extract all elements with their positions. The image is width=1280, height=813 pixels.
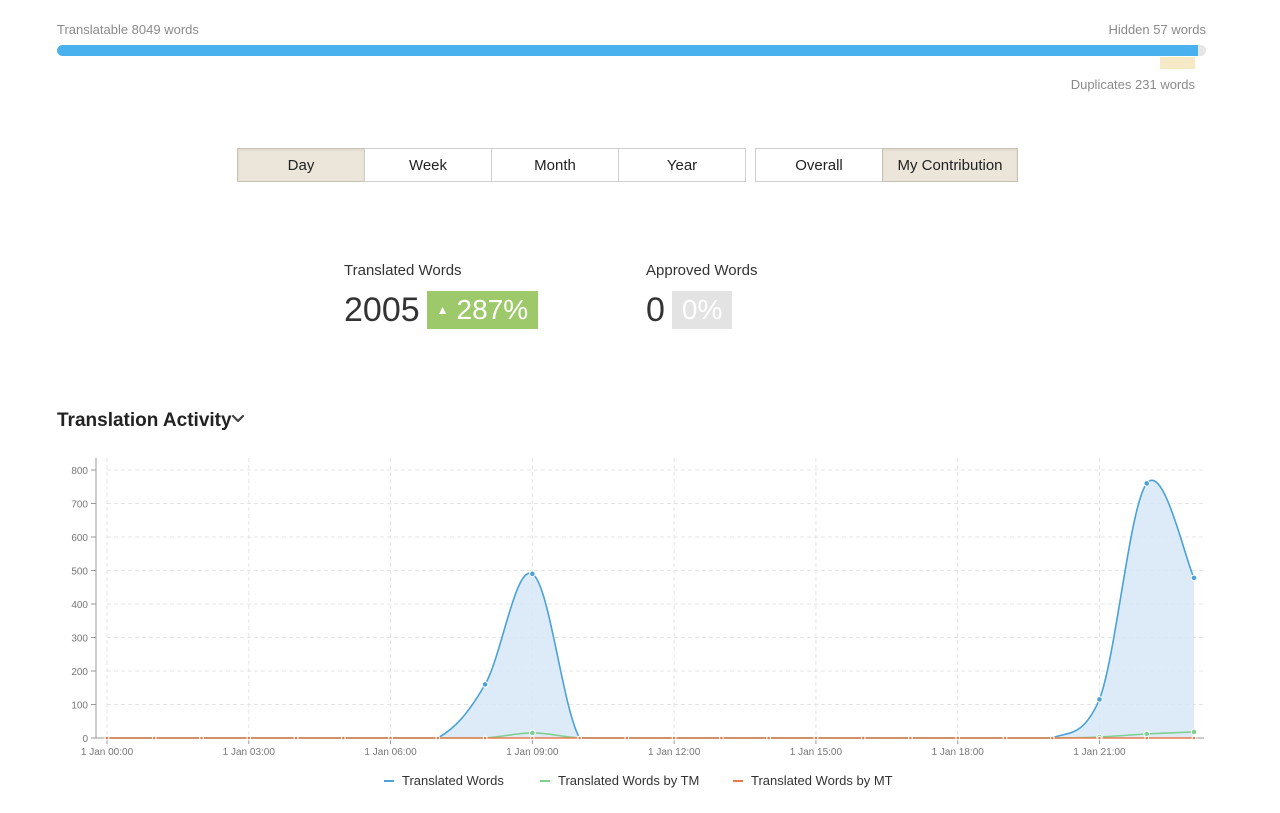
y-tick-label: 600: [71, 533, 88, 544]
data-point: [1190, 574, 1198, 582]
approved-words-value: 0: [646, 291, 665, 329]
scope-button-my-contribution[interactable]: My Contribution: [882, 148, 1018, 182]
data-point: [1049, 735, 1055, 741]
period-button-month[interactable]: Month: [491, 148, 619, 182]
data-point: [341, 735, 346, 741]
approved-words-stat: Approved Words 0 0%: [646, 262, 757, 329]
duplicates-bar: [1160, 57, 1195, 69]
translatable-label: Translatable 8049 words: [57, 22, 199, 37]
period-selector: Day Week Month Year: [237, 148, 746, 182]
data-point: [199, 735, 204, 741]
x-tick-label: 1 Jan 21:00: [1073, 747, 1126, 758]
data-point: [246, 735, 252, 741]
legend-label: Translated Words by TM: [558, 773, 700, 788]
scope-button-overall[interactable]: Overall: [755, 148, 883, 182]
period-button-week[interactable]: Week: [364, 148, 492, 182]
series-line: [107, 731, 1195, 739]
data-point: [1002, 735, 1008, 741]
y-tick-label: 0: [82, 734, 88, 745]
data-point: [813, 735, 819, 741]
legend-item[interactable]: Translated Words: [384, 773, 504, 788]
data-point: [955, 735, 960, 741]
approved-words-change-badge: 0%: [671, 291, 733, 329]
data-point: [766, 735, 771, 741]
legend-swatch: [540, 779, 550, 782]
data-point: [860, 735, 866, 741]
period-button-day[interactable]: Day: [237, 148, 365, 182]
data-point: [529, 729, 536, 737]
legend-item[interactable]: Translated Words by MT: [733, 773, 893, 788]
trend-up-icon: ▲: [436, 303, 449, 317]
section-title: Translation Activity: [57, 410, 232, 431]
y-tick-label: 400: [71, 600, 88, 611]
data-point: [151, 735, 157, 741]
data-point: [1143, 480, 1151, 487]
data-point: [624, 735, 630, 741]
approved-words-label: Approved Words: [646, 262, 758, 279]
approved-words-change: 0%: [681, 294, 723, 325]
data-point: [1190, 728, 1198, 736]
hidden-label: Hidden 57 words: [1108, 22, 1206, 37]
data-point: [908, 735, 913, 741]
translated-words-stat: Translated Words 2005 ▲ 287%: [344, 262, 539, 329]
data-point: [577, 735, 582, 741]
data-point: [481, 681, 489, 688]
data-point: [529, 570, 536, 578]
data-point: [435, 735, 441, 741]
data-point: [388, 735, 393, 741]
period-button-year[interactable]: Year: [618, 148, 746, 182]
y-tick-label: 700: [71, 500, 88, 511]
translated-words-change-badge: ▲ 287%: [426, 291, 539, 329]
translation-activity-chart: 0 100 200 300 400 500 600 700 800 1 Jan 00:00 1 Ja…: [71, 458, 1204, 758]
legend-item[interactable]: Translated Words by TM: [540, 773, 699, 788]
data-point: [1097, 735, 1102, 741]
y-tick-label: 100: [71, 701, 88, 712]
data-point: [719, 735, 724, 741]
x-tick-label: 1 Jan 15:00: [790, 747, 843, 758]
translated-words-change: 287%: [456, 294, 529, 325]
data-point: [1096, 696, 1103, 703]
x-tick-label: 1 Jan 03:00: [223, 747, 276, 758]
legend-swatch: [384, 779, 394, 782]
chevron-down-icon[interactable]: [231, 411, 245, 429]
duplicates-label: Duplicates 231 words: [1070, 77, 1195, 92]
legend-label: Translated Words: [402, 773, 504, 788]
data-point: [293, 735, 299, 741]
x-tick-label: 1 Jan 06:00: [364, 747, 417, 758]
progress-labels: Translatable 8049 words Hidden 57 words: [57, 22, 1206, 40]
series-area: [107, 480, 1194, 738]
translated-words-value: 2005: [344, 291, 420, 329]
series-line: [107, 479, 1195, 739]
data-point: [671, 735, 677, 741]
legend-label: Translated Words by MT: [751, 773, 893, 788]
data-point: [1144, 735, 1150, 741]
x-tick-label: 1 Jan 18:00: [932, 747, 985, 758]
progress-bar: [57, 45, 1206, 56]
x-tick-label: 1 Jan 09:00: [506, 747, 559, 758]
data-point: [530, 735, 535, 741]
legend-swatch: [733, 779, 743, 782]
data-point: [104, 735, 110, 741]
data-point: [1191, 735, 1197, 741]
x-tick-label: 1 Jan 12:00: [648, 747, 701, 758]
chart-legend: Translated Words Translated Words by TM Tr…: [0, 773, 1280, 793]
translated-words-label: Translated Words: [344, 262, 462, 279]
scope-selector: Overall My Contribution: [755, 148, 1018, 182]
data-point: [482, 735, 488, 741]
y-tick-label: 500: [71, 567, 88, 578]
progress-fill: [57, 45, 1198, 56]
y-tick-label: 200: [71, 667, 88, 678]
y-tick-label: 800: [71, 466, 88, 477]
y-tick-label: 300: [71, 634, 88, 645]
x-tick-label: 1 Jan 00:00: [81, 747, 134, 758]
